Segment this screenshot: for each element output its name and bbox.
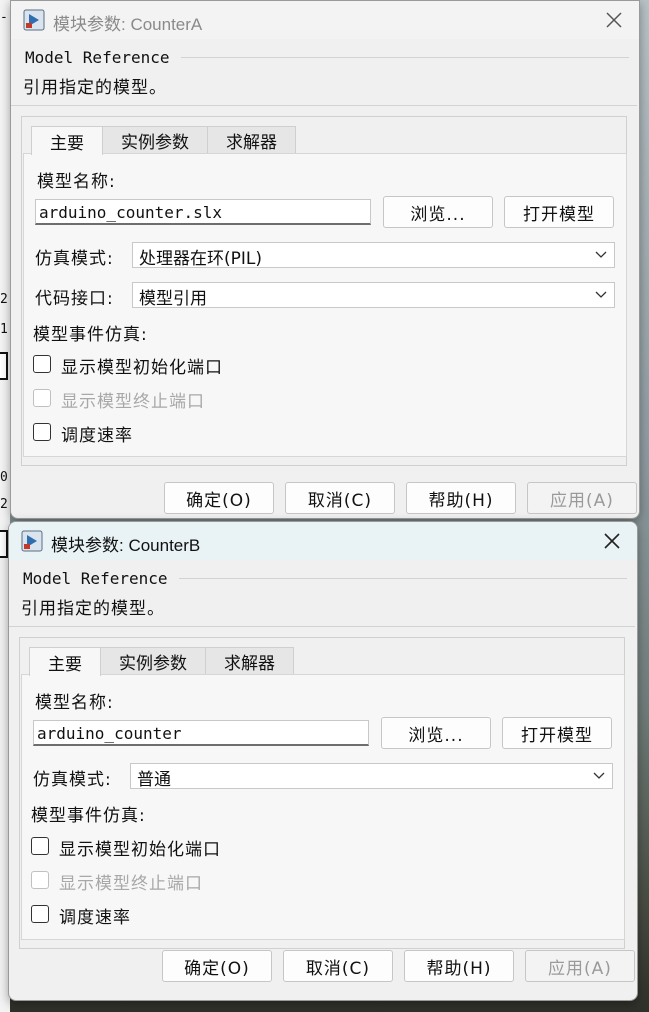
chevron-down-icon — [595, 251, 607, 258]
group-title: Model Reference — [23, 569, 174, 588]
model-name-field[interactable]: arduino_counter.slx — [35, 199, 371, 225]
close-icon[interactable] — [603, 9, 625, 31]
tab-instance-params[interactable]: 实例参数 — [100, 647, 206, 675]
tab-solver[interactable]: 求解器 — [207, 126, 296, 154]
description-text: 引用指定的模型。 — [21, 599, 165, 619]
browse-button[interactable]: 浏览... — [381, 717, 491, 749]
tab-main[interactable]: 主要 — [29, 647, 101, 676]
chevron-down-icon — [595, 291, 607, 298]
block-parameters-dialog-countera: 模块参数: CounterA Model Reference 引用指定的模型。 … — [10, 0, 640, 519]
sim-mode-value: 处理器在环(PIL) — [139, 249, 263, 269]
canvas-block — [0, 530, 8, 558]
open-model-button[interactable]: 打开模型 — [504, 196, 614, 228]
tab-bar: 主要 实例参数 求解器 — [31, 126, 296, 155]
description-group: Model Reference 引用指定的模型。 — [11, 47, 637, 106]
browse-button[interactable]: 浏览... — [383, 196, 493, 228]
block-parameters-dialog-counterb: 模块参数: CounterB Model Reference 引用指定的模型。 … — [8, 521, 638, 1001]
close-icon[interactable] — [601, 530, 623, 552]
code-interface-dropdown[interactable]: 模型引用 — [132, 282, 615, 309]
tab-instance-params[interactable]: 实例参数 — [102, 126, 208, 154]
window-title: 模块参数: CounterB — [51, 536, 201, 555]
event-sim-label: 模型事件仿真: — [31, 806, 146, 826]
ok-button[interactable]: 确定(O) — [164, 482, 274, 514]
sim-mode-dropdown[interactable]: 处理器在环(PIL) — [132, 242, 615, 269]
init-port-checkbox[interactable] — [33, 355, 51, 373]
canvas-glyph: 0 — [0, 470, 8, 485]
apply-button: 应用(A) — [527, 482, 637, 514]
term-port-checkbox — [33, 389, 51, 407]
sim-mode-label: 仿真模式: — [33, 770, 112, 790]
window-title: 模块参数: CounterA — [53, 15, 203, 34]
event-sim-label: 模型事件仿真: — [33, 325, 148, 345]
title-bar: 模块参数: CounterA — [11, 1, 639, 39]
apply-button: 应用(A) — [525, 950, 635, 982]
button-bar: 确定(O) 取消(C) 帮助(H) 应用(A) — [11, 472, 639, 518]
term-port-label: 显示模型终止端口 — [61, 392, 205, 412]
group-divider — [179, 578, 627, 579]
init-port-label: 显示模型初始化端口 — [61, 358, 223, 378]
term-port-checkbox — [31, 871, 49, 889]
schedule-rates-checkbox[interactable] — [31, 905, 49, 923]
canvas-glyph: 1 — [0, 322, 8, 337]
cancel-button[interactable]: 取消(C) — [285, 482, 395, 514]
term-port-label: 显示模型终止端口 — [59, 874, 203, 894]
init-port-label: 显示模型初始化端口 — [59, 840, 221, 860]
canvas-block — [0, 352, 8, 380]
code-interface-value: 模型引用 — [139, 289, 207, 309]
description-text: 引用指定的模型。 — [23, 78, 167, 98]
open-model-button[interactable]: 打开模型 — [502, 717, 612, 749]
canvas-glyph: 2 — [0, 292, 8, 307]
title-bar: 模块参数: CounterB — [9, 522, 637, 560]
description-group: Model Reference 引用指定的模型。 — [9, 568, 635, 627]
ok-button[interactable]: 确定(O) — [162, 950, 272, 982]
model-name-label: 模型名称: — [35, 693, 114, 713]
model-name-label: 模型名称: — [37, 172, 116, 192]
schedule-rates-label: 调度速率 — [61, 426, 133, 446]
button-bar: 确定(O) 取消(C) 帮助(H) 应用(A) — [9, 950, 637, 1000]
simulink-block-icon — [23, 9, 45, 31]
help-button[interactable]: 帮助(H) — [404, 950, 514, 982]
sim-mode-label: 仿真模式: — [35, 249, 114, 269]
chevron-down-icon — [593, 772, 605, 779]
sim-mode-dropdown[interactable]: 普通 — [130, 763, 613, 790]
help-button[interactable]: 帮助(H) — [406, 482, 516, 514]
model-name-field[interactable]: arduino_counter — [33, 720, 369, 746]
canvas-glyph: 2 — [0, 497, 8, 512]
group-title: Model Reference — [25, 48, 176, 67]
tab-bar: 主要 实例参数 求解器 — [29, 647, 294, 676]
schedule-rates-checkbox[interactable] — [33, 423, 51, 441]
init-port-checkbox[interactable] — [31, 837, 49, 855]
simulink-block-icon — [21, 530, 43, 552]
schedule-rates-label: 调度速率 — [59, 908, 131, 928]
canvas-glyph: - — [0, 10, 8, 25]
group-divider — [181, 57, 629, 58]
cancel-button[interactable]: 取消(C) — [283, 950, 393, 982]
sim-mode-value: 普通 — [137, 770, 171, 790]
tab-main[interactable]: 主要 — [31, 126, 103, 155]
tab-solver[interactable]: 求解器 — [205, 647, 294, 675]
code-interface-label: 代码接口: — [35, 289, 114, 309]
